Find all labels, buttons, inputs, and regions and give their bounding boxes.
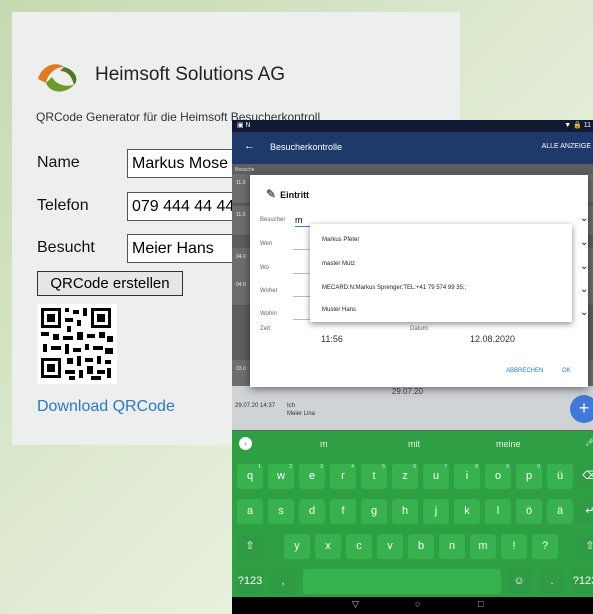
comma-key[interactable]: ,: [270, 569, 296, 594]
suggestion-strip: › m mit meine 🎤︎: [232, 431, 593, 456]
key-i[interactable]: i8: [454, 464, 480, 489]
chevron-down-icon[interactable]: ⌄: [580, 213, 588, 224]
key-p[interactable]: p0: [516, 464, 542, 489]
dialog-title: ✎ Eintritt: [266, 187, 310, 201]
key-w[interactable]: w2: [268, 464, 294, 489]
shift-key[interactable]: ⇧: [237, 534, 263, 559]
wo-label: Wo: [260, 265, 269, 271]
visitor-label: Besucher: [260, 217, 286, 223]
android-tablet-screen: ▣ N ▼ 🔒 11 ← Besucherkontrolle ALLE ANZE…: [232, 120, 593, 614]
back-nav-icon[interactable]: ▽: [352, 599, 359, 610]
show-all-button[interactable]: ALLE ANZEIGE: [542, 143, 591, 150]
key-u[interactable]: u7: [423, 464, 449, 489]
autocomplete-dropdown: Markus Pfeter master Mutz MECARD:N:Marku…: [310, 224, 572, 322]
chevron-down-icon[interactable]: ⌄: [580, 261, 588, 272]
heimsoft-logo: [38, 64, 77, 92]
key-c[interactable]: c: [346, 534, 372, 559]
notification-icons: ▣ N: [237, 122, 251, 129]
key-ü[interactable]: ü: [547, 464, 573, 489]
app-title: Besucherkontrolle: [270, 142, 343, 152]
key-y[interactable]: y: [284, 534, 310, 559]
entry-dialog: ✎Eintritt Besucher ⌄ Wen ⌄ Wo ⌄ Woher ⌄ …: [250, 175, 588, 387]
backspace-key[interactable]: ⌫: [577, 464, 593, 489]
wohin-label: Wohin: [260, 311, 277, 317]
back-arrow-icon[interactable]: ←: [244, 140, 255, 152]
key-k[interactable]: k: [454, 499, 480, 524]
visited-label: Besucht: [37, 239, 95, 256]
key-l[interactable]: l: [485, 499, 511, 524]
woher-label: Woher: [260, 288, 278, 294]
period-key[interactable]: .: [539, 569, 565, 594]
key-n[interactable]: n: [439, 534, 465, 559]
key-?[interactable]: ?: [532, 534, 558, 559]
add-fab-button[interactable]: +: [570, 395, 593, 423]
key-m[interactable]: m: [470, 534, 496, 559]
pencil-icon: ✎: [266, 187, 277, 201]
key-ö[interactable]: ö: [516, 499, 542, 524]
key-![interactable]: !: [501, 534, 527, 559]
key-a[interactable]: a: [237, 499, 263, 524]
key-v[interactable]: v: [377, 534, 403, 559]
status-bar: ▣ N ▼ 🔒 11: [232, 120, 593, 132]
key-e[interactable]: e3: [299, 464, 325, 489]
download-qrcode-link[interactable]: Download QRCode: [37, 398, 175, 416]
key-z[interactable]: z6: [392, 464, 418, 489]
chevron-down-icon[interactable]: ⌄: [580, 237, 588, 248]
key-d[interactable]: d: [299, 499, 325, 524]
home-nav-icon[interactable]: ○: [415, 599, 420, 609]
entry-visitor: Meier Lina: [287, 411, 316, 417]
name-label: Name: [37, 154, 80, 171]
date-label: Datum:: [410, 326, 430, 332]
recents-nav-icon[interactable]: □: [478, 599, 483, 609]
emoji-key[interactable]: ☺: [506, 569, 532, 594]
autocomplete-item[interactable]: Muster Hans: [322, 307, 356, 313]
entry-name: Ich: [287, 403, 296, 409]
chevron-down-icon[interactable]: ⌄: [580, 307, 588, 318]
key-q[interactable]: q1: [237, 464, 263, 489]
key-s[interactable]: s: [268, 499, 294, 524]
entry-datetime: 29.07.20 14:37: [235, 403, 276, 409]
qr-code-image: [37, 304, 117, 384]
create-qrcode-button[interactable]: QRCode erstellen: [37, 271, 183, 296]
date-value[interactable]: 12.08.2020: [470, 334, 515, 344]
key-r[interactable]: r4: [330, 464, 356, 489]
shift-key[interactable]: ⇧: [577, 534, 593, 559]
autocomplete-item[interactable]: MECARD:N:Markus Sprenger;TEL:+41 79 574 …: [322, 285, 466, 291]
key-x[interactable]: x: [315, 534, 341, 559]
suggestion-word[interactable]: mit: [408, 439, 420, 449]
key-f[interactable]: f: [330, 499, 356, 524]
key-j[interactable]: j: [423, 499, 449, 524]
status-right: ▼ 🔒 11: [564, 122, 591, 129]
time-value[interactable]: 11:56: [321, 334, 343, 344]
app-bar: ← Besucherkontrolle ALLE ANZEIGE: [232, 132, 593, 164]
android-nav-bar: ▽ ○ □: [232, 597, 593, 614]
on-screen-keyboard: › m mit meine 🎤︎ q 1 w 2 e 3 r 4 t 5 z 6 u 7 i 8 o 9 p 0 ü ⌫ a…: [232, 431, 593, 597]
autocomplete-item[interactable]: master Mutz: [322, 261, 355, 267]
symbols-key[interactable]: ?123: [572, 569, 593, 594]
autocomplete-item[interactable]: Markus Pfeter: [322, 237, 359, 243]
suggestion-word[interactable]: m: [320, 439, 328, 449]
phone-label: Telefon: [37, 197, 89, 214]
key-h[interactable]: h: [392, 499, 418, 524]
chevron-down-icon[interactable]: ⌄: [580, 284, 588, 295]
cancel-button[interactable]: ABBRECHEN: [506, 368, 543, 374]
chevron-right-icon[interactable]: ›: [239, 437, 252, 450]
wen-label: Wen: [260, 241, 273, 247]
date-group-header: 29.07.20: [232, 386, 593, 398]
key-o[interactable]: o9: [485, 464, 511, 489]
ok-button[interactable]: OK: [562, 368, 571, 374]
suggestion-word[interactable]: meine: [496, 439, 521, 449]
key-t[interactable]: t5: [361, 464, 387, 489]
key-ä[interactable]: ä: [547, 499, 573, 524]
space-key[interactable]: [303, 569, 501, 594]
visit-entry[interactable]: 29.07.20 14:37 Ich Meier Lina: [232, 398, 593, 430]
key-g[interactable]: g: [361, 499, 387, 524]
brand-name: Heimsoft Solutions AG: [95, 64, 286, 85]
microphone-icon[interactable]: 🎤︎: [585, 438, 593, 447]
enter-key[interactable]: ↵: [577, 499, 593, 524]
time-label: Zeit:: [260, 326, 272, 332]
key-b[interactable]: b: [408, 534, 434, 559]
list-header: Besuche: [235, 167, 255, 173]
symbols-key[interactable]: ?123: [237, 569, 263, 594]
